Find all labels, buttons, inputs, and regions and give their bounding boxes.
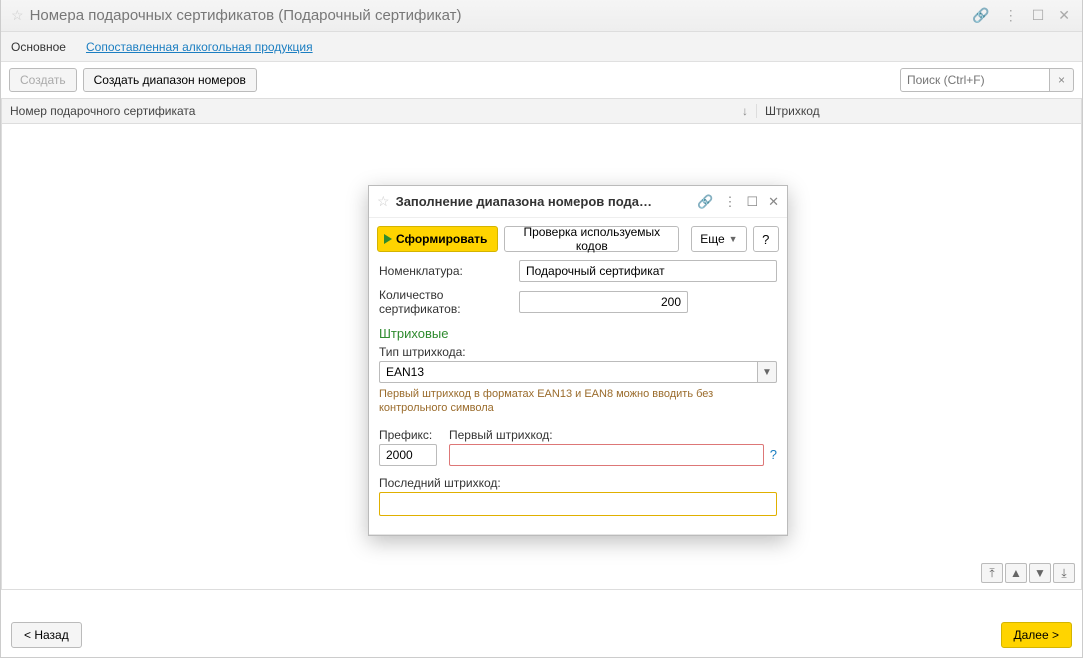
window-controls: 🔗 ⋮ ☐ ✕ bbox=[972, 7, 1082, 24]
first-barcode-label: Первый штрихкод: bbox=[449, 428, 777, 442]
nomenclature-label: Номенклатура: bbox=[379, 264, 519, 278]
dialog-title: Заполнение диапазона номеров пода… bbox=[396, 194, 698, 209]
table-col-barcode-label: Штрихкод bbox=[765, 104, 820, 118]
search-wrap: × bbox=[900, 68, 1074, 92]
dialog-close-icon[interactable]: ✕ bbox=[768, 194, 779, 210]
table-col-barcode[interactable]: Штрихкод bbox=[757, 104, 1081, 118]
generate-label: Сформировать bbox=[396, 232, 487, 246]
prefix-input[interactable] bbox=[379, 444, 437, 466]
tab-main[interactable]: Основное bbox=[11, 40, 66, 54]
barcode-hint: Первый штрихкод в форматах EAN13 и EAN8 … bbox=[379, 387, 777, 416]
dialog-body: Номенклатура: Количество сертификатов: Ш… bbox=[369, 260, 787, 528]
dialog-maximize-icon[interactable]: ☐ bbox=[746, 194, 758, 210]
barcode-type-select[interactable]: ▼ bbox=[379, 361, 777, 383]
toolbar: Создать Создать диапазон номеров × bbox=[1, 62, 1082, 98]
dialog-favorite-icon[interactable]: ☆ bbox=[377, 193, 390, 210]
generate-button[interactable]: Сформировать bbox=[377, 226, 498, 252]
section-barcodes: Штриховые bbox=[379, 326, 777, 341]
last-barcode-input[interactable] bbox=[379, 492, 777, 516]
window-title: Номера подарочных сертификатов (Подарочн… bbox=[30, 7, 973, 24]
check-codes-button[interactable]: Проверка используемых кодов bbox=[504, 226, 679, 252]
play-icon bbox=[384, 234, 392, 244]
close-icon[interactable]: ✕ bbox=[1058, 7, 1070, 24]
tab-alcohol[interactable]: Сопоставленная алкогольная продукция bbox=[86, 40, 313, 54]
dialog-kebab-icon[interactable]: ⋮ bbox=[723, 194, 736, 210]
sort-asc-icon: ↓ bbox=[742, 104, 748, 118]
footer: < Назад Далее > bbox=[1, 613, 1082, 657]
link-icon[interactable]: 🔗 bbox=[972, 7, 989, 24]
table-col-number-label: Номер подарочного сертификата bbox=[10, 104, 195, 118]
nav-down-icon[interactable]: ▼ bbox=[1029, 563, 1051, 583]
back-button[interactable]: < Назад bbox=[11, 622, 82, 648]
barcode-type-input[interactable] bbox=[379, 361, 757, 383]
table-col-number[interactable]: Номер подарочного сертификата ↓ bbox=[2, 104, 757, 118]
last-barcode-label: Последний штрихкод: bbox=[379, 476, 777, 490]
prefix-label: Префикс: bbox=[379, 428, 437, 442]
dialog-divider bbox=[369, 534, 787, 535]
tabs: Основное Сопоставленная алкогольная прод… bbox=[1, 32, 1082, 62]
barcode-type-chevron-icon[interactable]: ▼ bbox=[757, 361, 777, 383]
create-button[interactable]: Создать bbox=[9, 68, 77, 92]
dialog-controls: 🔗 ⋮ ☐ ✕ bbox=[697, 194, 779, 210]
search-input[interactable] bbox=[900, 68, 1050, 92]
dialog-toolbar: Сформировать Проверка используемых кодов… bbox=[369, 218, 787, 260]
qty-label: Количество сертификатов: bbox=[379, 288, 519, 316]
favorite-icon[interactable]: ☆ bbox=[11, 7, 24, 24]
nav-buttons: ⤒ ▲ ▼ ⤓ bbox=[981, 563, 1075, 583]
qty-input[interactable] bbox=[519, 291, 688, 313]
search-clear-icon[interactable]: × bbox=[1050, 68, 1074, 92]
maximize-icon[interactable]: ☐ bbox=[1032, 7, 1045, 24]
main-window: ☆ Номера подарочных сертификатов (Подаро… bbox=[0, 0, 1083, 658]
kebab-icon[interactable]: ⋮ bbox=[1004, 7, 1018, 24]
next-button[interactable]: Далее > bbox=[1001, 622, 1073, 648]
create-range-button[interactable]: Создать диапазон номеров bbox=[83, 68, 257, 92]
title-bar: ☆ Номера подарочных сертификатов (Подаро… bbox=[1, 0, 1082, 32]
first-barcode-input[interactable] bbox=[449, 444, 764, 466]
help-button[interactable]: ? bbox=[753, 226, 779, 252]
dialog-range: ☆ Заполнение диапазона номеров пода… 🔗 ⋮… bbox=[368, 185, 788, 536]
nav-first-icon[interactable]: ⤒ bbox=[981, 563, 1003, 583]
more-button[interactable]: Еще ▼ bbox=[691, 226, 746, 252]
dialog-title-bar: ☆ Заполнение диапазона номеров пода… 🔗 ⋮… bbox=[369, 186, 787, 218]
nav-last-icon[interactable]: ⤓ bbox=[1053, 563, 1075, 583]
table-header: Номер подарочного сертификата ↓ Штрихкод bbox=[1, 98, 1082, 124]
nomenclature-input[interactable] bbox=[519, 260, 777, 282]
nav-up-icon[interactable]: ▲ bbox=[1005, 563, 1027, 583]
more-label: Еще bbox=[700, 232, 724, 246]
chevron-down-icon: ▼ bbox=[729, 234, 738, 244]
first-barcode-help-icon[interactable]: ? bbox=[770, 447, 777, 462]
dialog-link-icon[interactable]: 🔗 bbox=[697, 194, 713, 210]
barcode-type-label: Тип штрихкода: bbox=[379, 345, 777, 359]
